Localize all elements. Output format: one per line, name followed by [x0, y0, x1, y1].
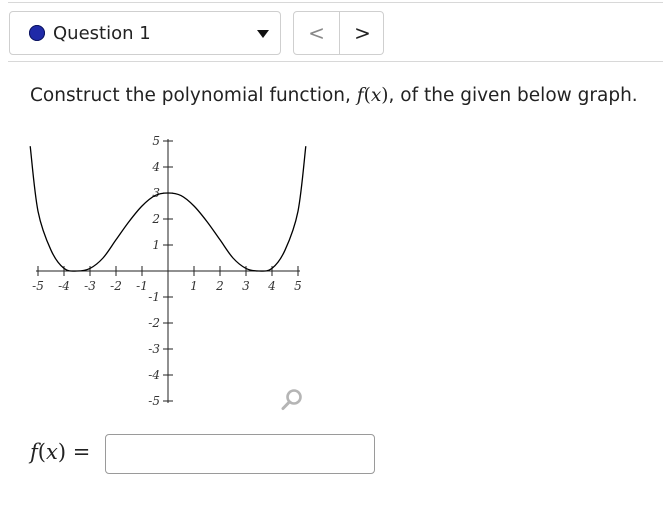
answer-input[interactable] — [105, 434, 375, 474]
y-tick-label: -2 — [148, 316, 160, 330]
caret-down-icon[interactable] — [257, 30, 269, 38]
x-tick-label: -1 — [136, 279, 148, 293]
prompt-func: f — [356, 85, 364, 106]
x-tick-label: -2 — [110, 279, 122, 293]
chevron-right-icon: > — [354, 21, 371, 45]
prompt-var: x — [370, 85, 382, 106]
y-tick-label: 5 — [152, 134, 160, 148]
question-select[interactable]: Question 1 — [9, 11, 281, 55]
prompt-close-paren: ) — [381, 85, 389, 106]
y-tick-label: -3 — [148, 342, 160, 356]
answer-open-paren: ( — [37, 440, 46, 464]
y-tick-label: 4 — [151, 160, 160, 174]
y-tick-label: -4 — [148, 368, 160, 382]
header-divider — [8, 61, 663, 62]
x-tick-label: -5 — [32, 279, 44, 293]
answer-func: f — [30, 440, 38, 464]
x-tick-label: 4 — [267, 279, 276, 293]
question-select-label: Question 1 — [53, 23, 151, 44]
top-divider — [8, 2, 663, 3]
y-tick-label: -1 — [148, 290, 160, 304]
prompt-text-after: , of the given below graph. — [388, 85, 638, 106]
x-tick-label: -4 — [58, 279, 70, 293]
question-prompt: Construct the polynomial function, f(x),… — [30, 85, 638, 106]
y-tick-label: 3 — [152, 186, 160, 200]
y-tick-label: -5 — [148, 394, 160, 408]
answer-close-paren: ) — [57, 440, 67, 464]
answer-var: x — [45, 440, 58, 464]
polynomial-graph: -5 -4 -3 -2 -1 1 2 3 4 5 -5 -4 -3 -2 -1 1 2 3 4 5 — [29, 134, 307, 408]
prev-question-button[interactable]: < — [294, 12, 339, 54]
next-question-button[interactable]: > — [339, 12, 385, 54]
question-nav: < > — [293, 11, 384, 55]
chevron-left-icon: < — [308, 21, 325, 45]
magnify-icon[interactable] — [279, 387, 305, 413]
x-tick-label: 3 — [242, 279, 250, 293]
x-tick-label: 2 — [215, 279, 224, 293]
question-status-icon — [29, 25, 45, 41]
y-tick-label: 1 — [152, 238, 160, 252]
answer-equals: = — [66, 440, 91, 464]
y-tick-label: 2 — [151, 212, 160, 226]
answer-label: f(x) = — [30, 440, 90, 464]
x-tick-label: 1 — [190, 279, 198, 293]
x-tick-label: -3 — [84, 279, 96, 293]
prompt-open-paren: ( — [363, 85, 371, 106]
x-tick-label: 5 — [294, 279, 302, 293]
prompt-text-before: Construct the polynomial function, — [30, 85, 357, 106]
